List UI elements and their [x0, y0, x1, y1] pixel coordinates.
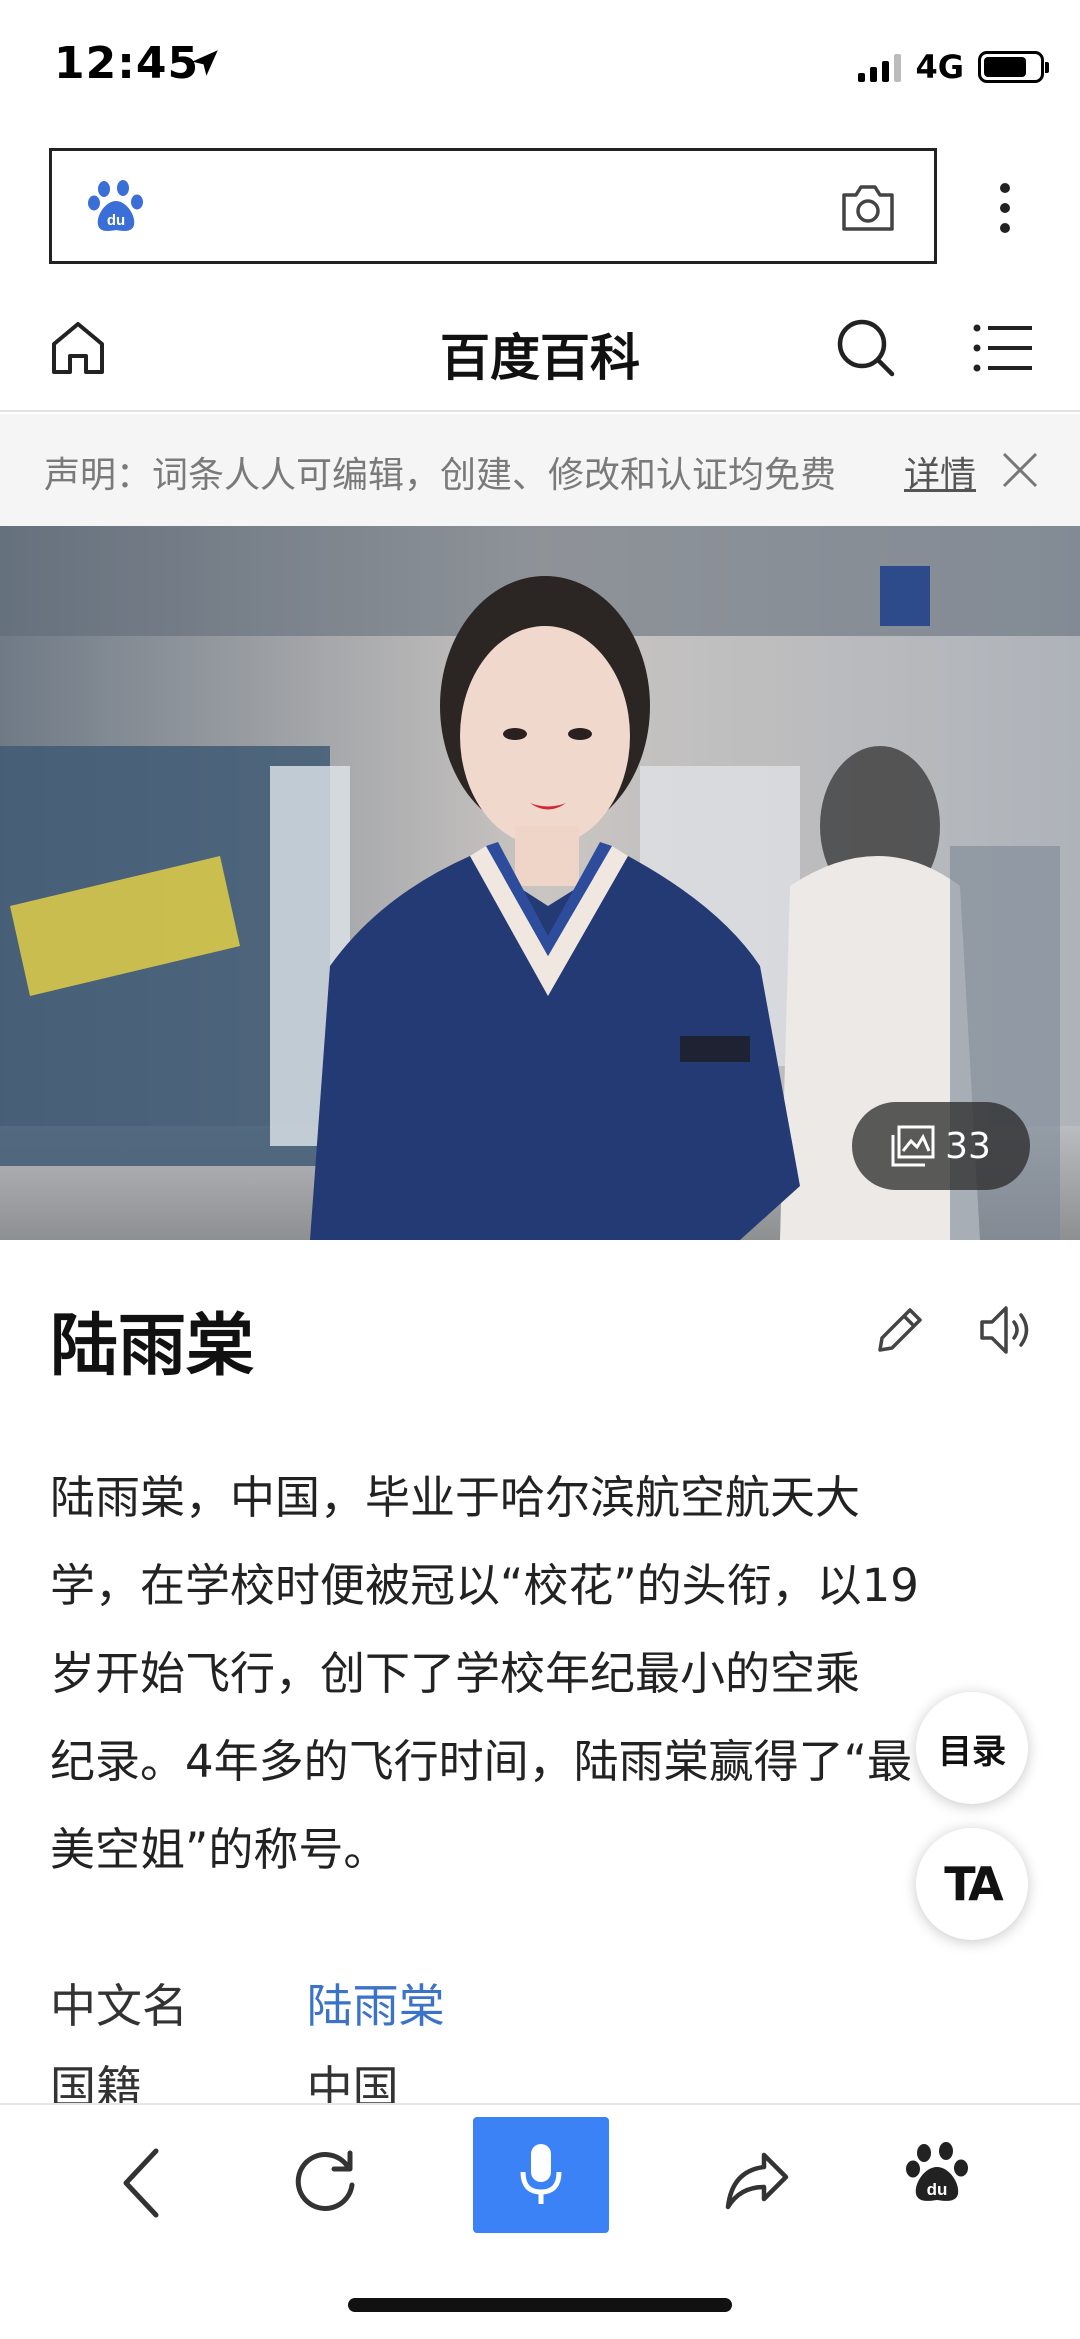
status-time: 12:45 [54, 38, 200, 89]
speaker-icon[interactable] [976, 1300, 1036, 1360]
summary-line: 学，在学校时便被冠以“校花”的头衔，以19 [50, 1559, 919, 1612]
baidu-paw-icon[interactable]: du [906, 2141, 968, 2207]
svg-text:du: du [107, 212, 125, 229]
baidu-paw-logo-icon: du [88, 180, 143, 231]
network-type: 4G [915, 48, 964, 86]
gallery-count-badge[interactable]: 33 [852, 1102, 1030, 1190]
gallery-count: 33 [945, 1125, 991, 1167]
refresh-icon[interactable] [290, 2145, 362, 2217]
summary-line: 岁开始飞行，创下了学校年纪最小的空乘 [50, 1647, 861, 1700]
notice-detail-link[interactable]: 详情 [904, 446, 976, 498]
page-title: 百度百科 [440, 329, 640, 387]
gallery-icon [891, 1125, 935, 1167]
battery-icon [978, 51, 1049, 83]
status-bar: 12:45 4G [0, 0, 1080, 130]
search-input[interactable]: du [49, 148, 937, 264]
search-icon[interactable] [834, 316, 898, 380]
share-icon[interactable] [722, 2145, 792, 2215]
home-indicator[interactable] [348, 2298, 732, 2312]
camera-icon[interactable] [838, 181, 898, 235]
notice-banner: 声明：词条人人可编辑，创建、修改和认证均免费 详情 [0, 414, 1080, 526]
location-arrow-icon [192, 50, 218, 76]
table-of-contents-button[interactable]: 目录 [916, 1692, 1028, 1804]
close-icon[interactable] [1000, 450, 1040, 490]
voice-search-button[interactable] [473, 2117, 609, 2233]
status-indicators: 4G [858, 48, 1049, 86]
back-arrow-icon[interactable] [112, 2143, 168, 2223]
nav-bar: 百度百科 [0, 290, 1080, 412]
entry-summary: 陆雨棠，中国，毕业于哈尔滨航空航天大 学，在学校时便被冠以“校花”的头衔，以19… [50, 1454, 1040, 1894]
notice-text: 声明：词条人人可编辑，创建、修改和认证均免费 [44, 455, 837, 496]
info-row: 中文名 陆雨棠 [50, 1970, 445, 2036]
list-menu-icon[interactable] [972, 318, 1034, 378]
info-value-link[interactable]: 陆雨棠 [307, 1979, 445, 2033]
signal-icon [858, 52, 902, 82]
more-menu-icon[interactable] [990, 178, 1020, 238]
summary-line: 美空姐”的称号。 [50, 1823, 389, 1876]
microphone-icon [520, 2144, 562, 2204]
edit-pencil-icon[interactable] [872, 1304, 926, 1358]
summary-line: 纪录。4年多的飞行时间，陆雨棠赢得了“最 [50, 1735, 912, 1788]
info-label: 中文名 [50, 1979, 188, 2033]
svg-text:du: du [927, 2180, 948, 2199]
font-size-button[interactable]: TA [916, 1828, 1028, 1940]
summary-line: 陆雨棠，中国，毕业于哈尔滨航空航天大 [50, 1471, 861, 1524]
entry-title: 陆雨棠 [50, 1307, 255, 1386]
